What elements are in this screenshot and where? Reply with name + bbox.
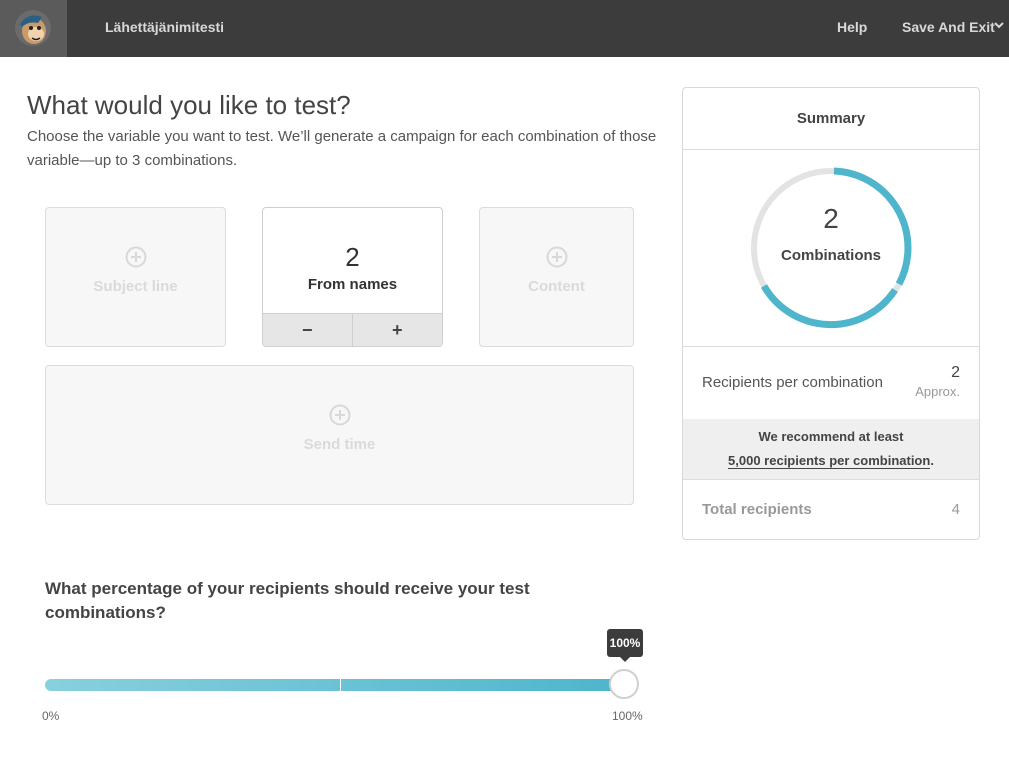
combinations-label: Combinations xyxy=(781,247,881,264)
divider xyxy=(683,346,979,347)
app-title: Lähettäjänimitesti xyxy=(105,19,225,35)
percentage-slider-track[interactable] xyxy=(45,679,625,691)
recommendation-text: We recommend at least xyxy=(758,429,904,444)
recommendation-suffix: . xyxy=(930,453,934,468)
add-circle-icon xyxy=(546,246,567,268)
percentage-slider-handle[interactable] xyxy=(609,669,639,699)
tooltip-arrow xyxy=(619,656,631,662)
recommendation-box: We recommend at least 5,000 recipients p… xyxy=(683,419,979,479)
recipients-per-combination-label: Recipients per combination xyxy=(702,374,883,391)
page-description: Choose the variable you want to test. We… xyxy=(27,128,657,169)
approx-label: Approx. xyxy=(915,384,960,399)
from-names-count: 2 xyxy=(345,242,360,272)
add-circle-icon xyxy=(125,246,146,268)
summary-panel: Summary 2 Combinations Recipients per co… xyxy=(682,87,980,540)
from-names-stepper: − + xyxy=(263,313,442,346)
ring-segment xyxy=(760,284,898,329)
recipients-per-combination-value: 2 xyxy=(951,364,960,381)
combinations-count: 2 xyxy=(823,203,839,234)
variable-card-label: Send time xyxy=(303,436,376,453)
total-recipients-label: Total recipients xyxy=(702,501,812,518)
divider xyxy=(683,149,979,150)
monkey-logo-icon xyxy=(15,10,51,46)
help-link[interactable]: Help xyxy=(837,19,867,35)
from-names-label: From names xyxy=(307,276,398,293)
variable-card-subject-line[interactable]: Subject line xyxy=(45,207,226,347)
recommendation-link[interactable]: 5,000 recipients per combination xyxy=(728,453,931,469)
variable-card-content[interactable]: Content xyxy=(479,207,634,347)
variable-card-send-time[interactable]: Send time xyxy=(45,365,634,505)
top-bar: Lähettäjänimitesti Help Save And Exit xyxy=(0,0,1009,57)
divider xyxy=(683,479,979,480)
percentage-question: What percentage of your recipients shoul… xyxy=(45,579,530,622)
increment-button[interactable]: + xyxy=(353,314,443,346)
save-and-exit-button[interactable]: Save And Exit xyxy=(902,19,995,35)
variable-card-label: Subject line xyxy=(93,278,178,295)
summary-title: Summary xyxy=(796,110,866,127)
add-circle-icon xyxy=(329,404,350,426)
logo[interactable] xyxy=(0,0,67,57)
total-recipients-value: 4 xyxy=(951,501,960,518)
slider-value-tooltip: 100% xyxy=(607,629,643,657)
slider-midpoint-mark xyxy=(340,679,341,691)
variable-card-label: Content xyxy=(528,278,585,295)
variable-card-from-names: 2 From names − + xyxy=(262,207,443,347)
slider-min-label: 0% xyxy=(42,709,60,723)
recommendation-line: 5,000 recipients per combination. xyxy=(683,453,979,469)
decrement-button[interactable]: − xyxy=(263,314,353,346)
page-title: What would you like to test? xyxy=(27,90,351,120)
chevron-down-icon[interactable] xyxy=(994,22,1004,30)
slider-max-label: 100% xyxy=(612,709,643,723)
